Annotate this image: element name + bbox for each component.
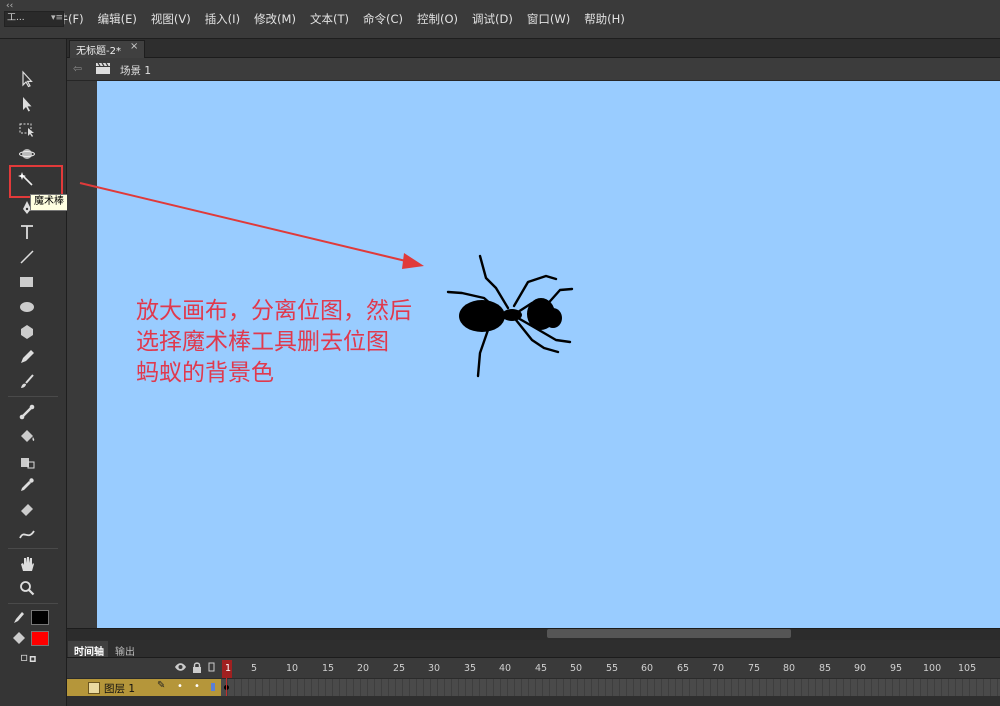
scene-clapper-icon	[95, 62, 111, 78]
stroke-color-swatch[interactable]	[31, 610, 49, 625]
menu-items: 文件(F) 编辑(E) 视图(V) 插入(I) 修改(M) 文本(T) 命令(C…	[38, 11, 632, 27]
frame-number: 55	[606, 663, 619, 674]
frame-number: 105	[958, 663, 977, 674]
menu-text[interactable]: 文本(T)	[303, 11, 356, 27]
layer-visibility-dot[interactable]: •	[177, 681, 183, 692]
menu-commands[interactable]: 命令(C)	[356, 11, 410, 27]
eraser-tool-icon[interactable]	[14, 498, 40, 520]
ink-bottle-tool-icon[interactable]	[14, 450, 40, 472]
bone-tool-icon[interactable]	[14, 401, 40, 423]
pencil-icon: ✎	[157, 680, 166, 691]
current-frame-number: 1	[225, 663, 232, 674]
collapse-panel-icon[interactable]: ‹‹	[6, 1, 13, 11]
swap-colors-icon[interactable]	[14, 648, 44, 670]
frame-number: 25	[393, 663, 406, 674]
fill-color-swatch[interactable]	[31, 631, 49, 646]
frame-number: 95	[890, 663, 903, 674]
menu-modify[interactable]: 修改(M)	[247, 11, 303, 27]
free-transform-tool-icon[interactable]	[14, 118, 40, 140]
menu-view[interactable]: 视图(V)	[144, 11, 198, 27]
hand-tool-icon[interactable]	[14, 553, 40, 575]
frame-number: 10	[286, 663, 299, 674]
frame-number: 30	[428, 663, 441, 674]
subselection-tool-icon[interactable]	[14, 93, 40, 115]
tab-output[interactable]: 输出	[115, 643, 135, 658]
back-arrow-icon[interactable]: ⇦	[73, 62, 82, 75]
edit-bar	[67, 58, 1000, 81]
bottom-panel-tabs	[67, 640, 1000, 658]
horizontal-scrollbar[interactable]	[67, 628, 1000, 640]
frame-number: 40	[499, 663, 512, 674]
timeline-footer	[67, 696, 1000, 706]
brush-tool-icon[interactable]	[14, 371, 40, 393]
layer-icon	[88, 682, 100, 694]
tools-panel-title: 工...	[7, 13, 25, 23]
pencil-tool-icon[interactable]	[14, 346, 40, 368]
eyedropper-tool-icon[interactable]	[14, 474, 40, 496]
3d-rotation-tool-icon[interactable]	[14, 143, 40, 165]
menu-window[interactable]: 窗口(W)	[520, 11, 577, 27]
frame-number: 45	[535, 663, 548, 674]
frame-number: 50	[570, 663, 583, 674]
tool-separator	[8, 603, 58, 604]
stroke-color-icon	[8, 606, 30, 628]
tool-separator	[8, 548, 58, 549]
layer-outline-color[interactable]	[211, 683, 215, 691]
close-icon[interactable]: ×	[130, 41, 138, 52]
paint-bucket-tool-icon[interactable]	[14, 425, 40, 447]
layer-name[interactable]: 图层 1	[104, 681, 135, 696]
ant-bitmap[interactable]	[440, 248, 580, 380]
frame-number: 100	[923, 663, 942, 674]
fill-color-icon	[8, 627, 30, 649]
polystar-tool-icon[interactable]	[14, 321, 40, 343]
frame-number: 65	[677, 663, 690, 674]
annotation-line: 选择魔术棒工具删去位图	[136, 329, 389, 355]
eye-icon[interactable]	[174, 662, 187, 675]
frame-number: 85	[819, 663, 832, 674]
menu-edit[interactable]: 编辑(E)	[91, 11, 144, 27]
pasteboard	[67, 81, 97, 628]
selection-tool-icon[interactable]	[14, 68, 40, 90]
zoom-tool-icon[interactable]	[14, 577, 40, 599]
lock-icon[interactable]	[192, 662, 202, 676]
menu-insert[interactable]: 插入(I)	[198, 11, 247, 27]
text-tool-icon[interactable]	[14, 221, 40, 243]
document-tab-bar	[67, 39, 1000, 58]
frame-number: 90	[854, 663, 867, 674]
frame-number: 35	[464, 663, 477, 674]
frame-number: 15	[322, 663, 335, 674]
menu-control[interactable]: 控制(O)	[410, 11, 465, 27]
frame-number: 20	[357, 663, 370, 674]
oval-tool-icon[interactable]	[14, 296, 40, 318]
scene-label: 场景 1	[120, 65, 152, 77]
menu-help[interactable]: 帮助(H)	[577, 11, 632, 27]
tab-timeline-label: 时间轴	[74, 647, 104, 658]
width-tool-icon[interactable]	[14, 523, 40, 545]
annotation-line: 蚂蚁的背景色	[136, 360, 274, 386]
frames-row[interactable]	[221, 679, 1000, 696]
outline-icon[interactable]	[208, 662, 216, 675]
frame-number: 5	[251, 663, 258, 674]
frame-number: 75	[748, 663, 761, 674]
line-tool-icon[interactable]	[14, 246, 40, 268]
rectangle-tool-icon[interactable]	[14, 271, 40, 293]
annotation-line: 放大画布，分离位图，然后	[136, 298, 412, 324]
menu-debug[interactable]: 调试(D)	[465, 11, 520, 27]
frame-number: 60	[641, 663, 654, 674]
frame-number: 70	[712, 663, 725, 674]
layer-lock-dot[interactable]: •	[194, 681, 200, 692]
frame-number: 80	[783, 663, 796, 674]
annotation-text: 放大画布，分离位图，然后 选择魔术棒工具删去位图 蚂蚁的背景色	[136, 296, 456, 389]
panel-menu-icon[interactable]: ▾≡	[51, 11, 63, 25]
tool-separator	[8, 396, 58, 397]
scrollbar-thumb[interactable]	[547, 629, 791, 638]
document-tab-label: 无标题-2*	[76, 46, 121, 57]
